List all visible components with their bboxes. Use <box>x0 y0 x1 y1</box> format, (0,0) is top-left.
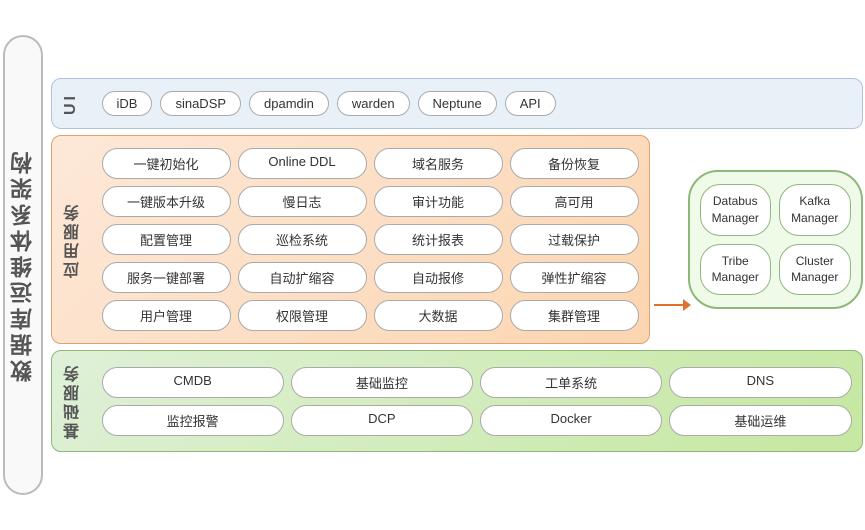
sections-main: UI iDB sinaDSP dpamdin warden Neptune AP… <box>51 78 863 452</box>
base-label: 基础服务 <box>62 363 92 439</box>
app-item-2-3: 过载保护 <box>510 224 639 255</box>
arrow-container <box>654 304 684 344</box>
base-content: CMDB 基础监控 工单系统 DNS 监控报警 DCP Docker 基础运维 <box>102 367 852 436</box>
app-item-2-0: 配置管理 <box>102 224 231 255</box>
cluster-tribe: TribeManager <box>700 244 772 296</box>
app-item-3-1: 自动扩缩容 <box>238 262 367 293</box>
ui-item-dpamdin: dpamdin <box>249 91 329 116</box>
base-item-1-2: Docker <box>480 405 662 436</box>
app-item-1-3: 高可用 <box>510 186 639 217</box>
section-ui: UI iDB sinaDSP dpamdin warden Neptune AP… <box>51 78 863 129</box>
right-arrow <box>654 304 684 306</box>
ui-item-idb: iDB <box>102 91 153 116</box>
app-item-3-2: 自动报修 <box>374 262 503 293</box>
app-item-2-2: 统计报表 <box>374 224 503 255</box>
ui-label: UI <box>62 93 92 115</box>
ui-item-api: API <box>505 91 556 116</box>
section-app: 应用服务 一键初始化 Online DDL 域名服务 备份恢复 一键版本升级 慢… <box>51 135 650 344</box>
cluster-cluster: ClusterManager <box>779 244 851 296</box>
app-item-4-2: 大数据 <box>374 300 503 331</box>
ui-content: iDB sinaDSP dpamdin warden Neptune API <box>102 91 852 116</box>
app-item-1-2: 审计功能 <box>374 186 503 217</box>
section-base: 基础服务 CMDB 基础监控 工单系统 DNS 监控报警 DCP Docker … <box>51 350 863 452</box>
app-item-0-2: 域名服务 <box>374 148 503 179</box>
vertical-label: 数据库运维体系架构 <box>3 35 43 495</box>
ui-items: iDB sinaDSP dpamdin warden Neptune API <box>102 91 852 116</box>
app-item-3-0: 服务一键部署 <box>102 262 231 293</box>
base-item-0-2: 工单系统 <box>480 367 662 398</box>
ui-item-sinadsp: sinaDSP <box>160 91 241 116</box>
main-container: 数据库运维体系架构 UI iDB sinaDSP dpamdin warden … <box>3 5 863 525</box>
app-item-0-1: Online DDL <box>238 148 367 179</box>
base-item-1-3: 基础运维 <box>669 405 851 436</box>
app-label: 应用服务 <box>62 202 92 278</box>
app-item-2-1: 巡检系统 <box>238 224 367 255</box>
base-item-0-1: 基础监控 <box>291 367 473 398</box>
ui-item-neptune: Neptune <box>418 91 497 116</box>
cluster-kafka: KafkaManager <box>779 184 851 236</box>
app-item-0-0: 一键初始化 <box>102 148 231 179</box>
app-item-4-1: 权限管理 <box>238 300 367 331</box>
app-content: 一键初始化 Online DDL 域名服务 备份恢复 一键版本升级 慢日志 审计… <box>102 148 639 331</box>
base-item-0-0: CMDB <box>102 367 284 398</box>
app-item-0-3: 备份恢复 <box>510 148 639 179</box>
app-section-wrapper: 应用服务 一键初始化 Online DDL 域名服务 备份恢复 一键版本升级 慢… <box>51 135 863 344</box>
app-item-4-0: 用户管理 <box>102 300 231 331</box>
app-item-1-0: 一键版本升级 <box>102 186 231 217</box>
app-grid: 一键初始化 Online DDL 域名服务 备份恢复 一键版本升级 慢日志 审计… <box>102 148 639 331</box>
cluster-box: DatabusManager KafkaManager TribeManager… <box>688 170 863 309</box>
base-grid: CMDB 基础监控 工单系统 DNS 监控报警 DCP Docker 基础运维 <box>102 367 852 436</box>
ui-item-warden: warden <box>337 91 410 116</box>
app-item-1-1: 慢日志 <box>238 186 367 217</box>
base-item-1-1: DCP <box>291 405 473 436</box>
cluster-databus: DatabusManager <box>700 184 772 236</box>
app-item-4-3: 集群管理 <box>510 300 639 331</box>
app-item-3-3: 弹性扩缩容 <box>510 262 639 293</box>
base-item-1-0: 监控报警 <box>102 405 284 436</box>
base-item-0-3: DNS <box>669 367 851 398</box>
